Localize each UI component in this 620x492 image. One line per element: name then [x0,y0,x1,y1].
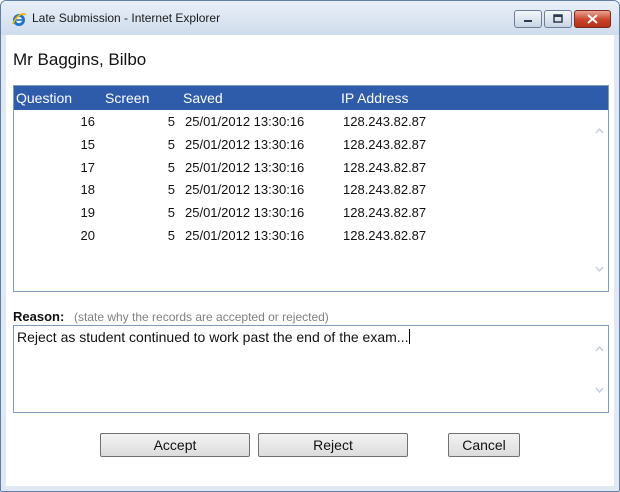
minimize-button[interactable] [514,10,542,28]
window-title: Late Submission - Internet Explorer [32,11,221,25]
column-header-screen[interactable]: Screen [105,90,149,106]
cell-screen: 5 [167,205,175,221]
close-icon [587,14,598,24]
cell-question: 18 [80,182,95,198]
cell-saved: 25/01/2012 13:30:16 [185,182,305,198]
table-row[interactable]: 19 5 25/01/2012 13:30:16 128.243.82.87 [14,201,592,224]
cell-saved: 25/01/2012 13:30:16 [185,114,305,129]
cell-screen: 5 [167,159,175,175]
student-name: Mr Baggins, Bilbo [13,50,147,69]
table-row[interactable]: 17 5 25/01/2012 13:30:16 128.243.82.87 [14,156,592,179]
cell-screen: 5 [167,227,175,243]
internet-explorer-icon [12,13,27,26]
cell-ip-address: 128.243.82.87 [343,114,427,129]
cell-question: 19 [80,205,95,221]
accept-button[interactable]: Accept [100,433,250,457]
cell-saved: 25/01/2012 13:30:16 [185,227,305,243]
cell-question: 20 [80,227,95,243]
column-header-ip-address[interactable]: IP Address [341,90,408,106]
minimize-icon [524,20,532,22]
maximize-button[interactable] [544,10,572,28]
table-row[interactable]: 15 5 25/01/2012 13:30:16 128.243.82.87 [14,133,592,156]
reason-text[interactable]: Reject as student continued to work past… [17,329,411,345]
cell-ip-address: 128.243.82.87 [343,205,427,221]
scroll-up-icon[interactable] [595,344,604,353]
reason-hint: (state why the records are accepted or r… [74,310,329,324]
table-header: Question Screen Saved IP Address [14,86,608,110]
scroll-down-icon[interactable] [595,386,604,395]
scroll-up-icon[interactable] [595,126,604,135]
text-caret [409,329,411,344]
dialog-window: Late Submission - Internet Explorer Mr B… [0,0,620,492]
table-row[interactable]: 16 5 25/01/2012 13:30:16 128.243.82.87 [14,110,592,133]
cell-saved: 25/01/2012 13:30:16 [185,205,305,221]
cell-screen: 5 [167,182,175,198]
maximize-icon [553,14,563,23]
cell-ip-address: 128.243.82.87 [343,227,427,243]
scroll-down-icon[interactable] [595,265,604,274]
submission-table: Question Screen Saved IP Address 16 5 25… [13,85,609,292]
cell-question: 15 [80,136,95,152]
cell-question: 17 [80,159,95,175]
cell-saved: 25/01/2012 13:30:16 [185,159,305,175]
title-bar[interactable]: Late Submission - Internet Explorer [1,1,619,35]
cell-screen: 5 [167,136,175,152]
cancel-button[interactable]: Cancel [448,433,520,457]
close-button[interactable] [574,10,611,28]
dialog-content: Mr Baggins, Bilbo Question Screen Saved … [6,35,614,486]
cell-ip-address: 128.243.82.87 [343,182,427,198]
cell-saved: 25/01/2012 13:30:16 [185,136,305,152]
table-row[interactable]: 20 5 25/01/2012 13:30:16 128.243.82.87 [14,224,592,247]
column-header-saved[interactable]: Saved [183,90,223,106]
reason-label: Reason: [13,309,65,324]
table-body: 16 5 25/01/2012 13:30:16 128.243.82.87 1… [14,110,592,247]
cell-ip-address: 128.243.82.87 [343,136,427,152]
reason-textarea[interactable]: Reject as student continued to work past… [13,325,609,413]
column-header-question[interactable]: Question [16,90,72,106]
table-row[interactable]: 18 5 25/01/2012 13:30:16 128.243.82.87 [14,178,592,201]
table-scrollbar[interactable] [591,110,608,291]
cell-question: 16 [80,114,95,129]
cell-screen: 5 [167,114,175,129]
reject-button[interactable]: Reject [258,433,408,457]
cell-ip-address: 128.243.82.87 [343,159,427,175]
